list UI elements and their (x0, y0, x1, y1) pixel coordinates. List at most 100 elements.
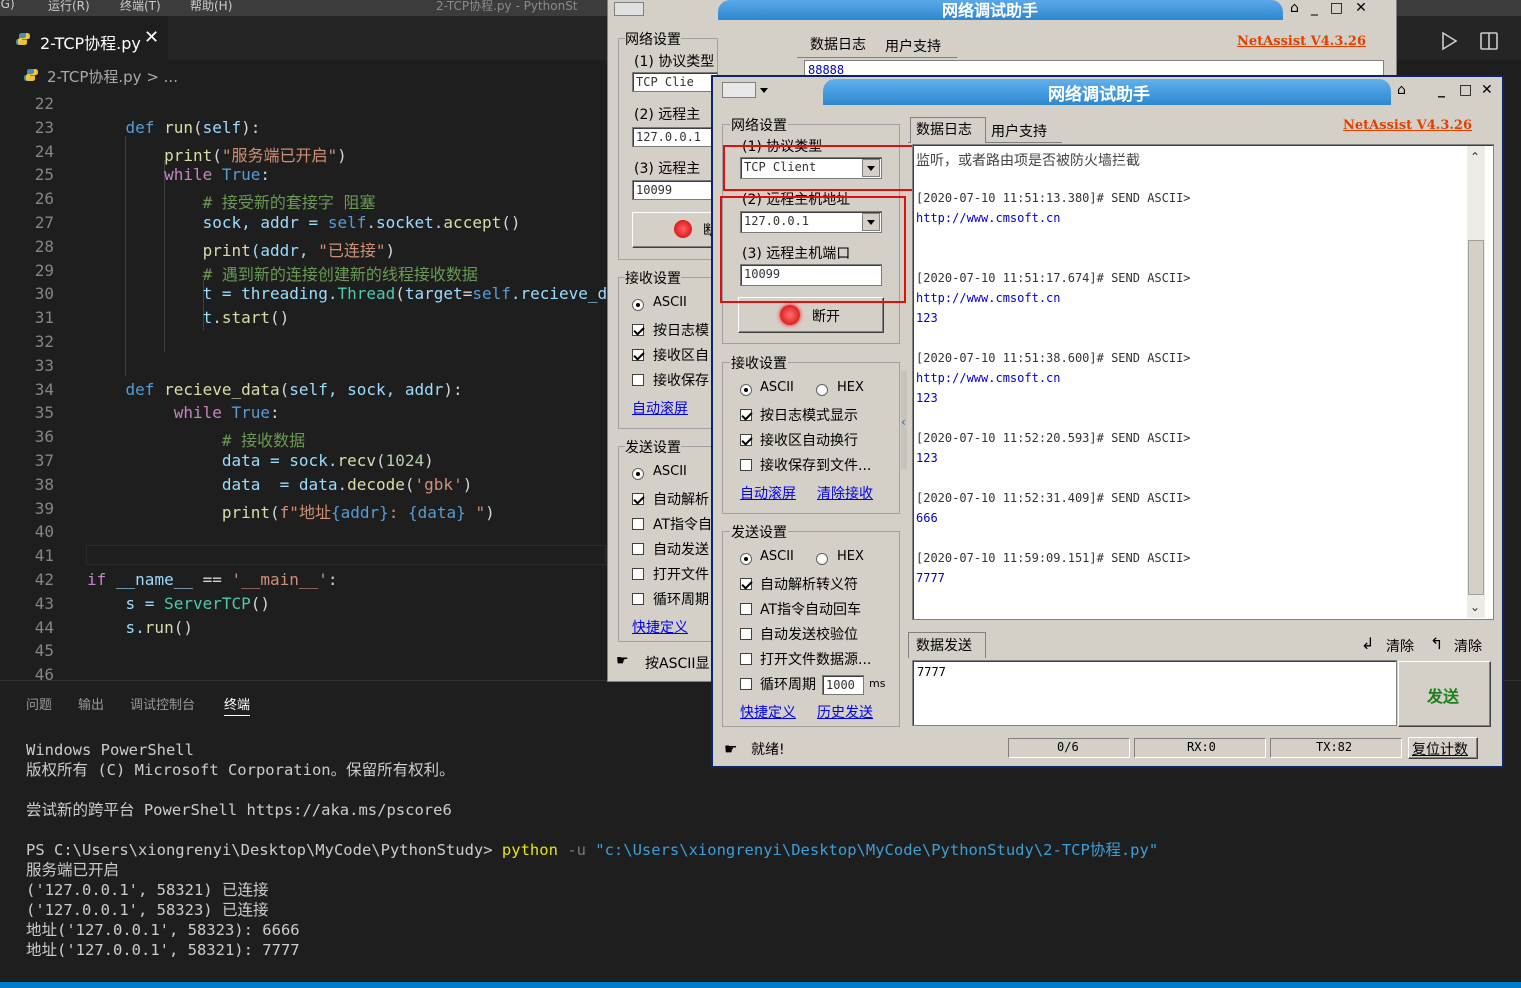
back-protocol-field[interactable]: TCP Clie (632, 72, 718, 92)
history-send-link[interactable]: 历史发送 (817, 702, 873, 722)
back-recv-wrap-checkbox[interactable] (632, 349, 644, 361)
split-editor-icon[interactable] (1478, 30, 1500, 52)
send-ascii-radio[interactable] (740, 553, 752, 565)
code-line[interactable]: 36 # 接收数据 (0, 427, 606, 451)
quick-def-link[interactable]: 快捷定义 (740, 702, 796, 722)
clear-recv-button[interactable]: 清除 (1454, 636, 1482, 656)
recv-ascii-radio[interactable] (740, 384, 752, 396)
maximize-icon[interactable]: □ (1459, 82, 1477, 100)
code-line[interactable]: 44 s.run() (0, 618, 606, 642)
receive-log-area[interactable]: 监听，或者路由项是否被防火墙拦截 [2020-07-10 11:51:13.38… (912, 144, 1494, 620)
panel-tab-output[interactable]: 输出 (78, 694, 104, 713)
code-line[interactable]: 43 s = ServerTCP() (0, 594, 606, 618)
code-line[interactable]: 29 # 遇到新的连接创建新的线程接收数据 (0, 261, 606, 285)
code-line[interactable]: 31 t.start() (0, 308, 606, 332)
run-icon[interactable] (1438, 30, 1460, 52)
panel-tab-debug-console[interactable]: 调试控制台 (130, 694, 195, 713)
back-send-checksum-checkbox[interactable] (632, 543, 644, 555)
minimize-icon[interactable]: _ (1438, 82, 1456, 100)
back-send-escape-checkbox[interactable] (632, 493, 644, 505)
send-checksum-checkbox[interactable] (740, 628, 752, 640)
send-hex-radio[interactable] (816, 553, 828, 565)
scroll-up-icon[interactable]: ⌃ (1470, 150, 1480, 164)
app-icon[interactable] (722, 82, 756, 98)
back-window-controls[interactable]: ⌂_□✕ (1290, 0, 1390, 16)
log-scroll-thumb[interactable] (1468, 240, 1484, 595)
back-send-cycle-checkbox[interactable] (632, 593, 644, 605)
pin-icon[interactable]: ⌂ (1397, 82, 1415, 100)
scroll-down-icon[interactable]: ⌄ (1470, 600, 1480, 614)
back-send-at-checkbox[interactable] (632, 518, 644, 530)
back-host-field[interactable]: 127.0.0.1 (632, 127, 718, 147)
close-icon[interactable]: ✕ (1481, 82, 1499, 100)
back-auto-scroll-link[interactable]: 自动滚屏 (632, 398, 688, 418)
code-token: .recieve_d (510, 284, 606, 304)
menu-item-help[interactable]: 帮助(H) (190, 0, 232, 14)
back-recv-save-checkbox[interactable] (632, 374, 644, 386)
clear-send-icon[interactable]: ↲ (1361, 634, 1374, 653)
log-entry-header: [2020-07-10 11:52:31.409]# SEND ASCII> (916, 491, 1191, 505)
send-input[interactable]: 7777 (912, 660, 1397, 726)
back-tab-support[interactable]: 用户支持 (885, 36, 941, 56)
recv-hex-radio[interactable] (816, 384, 828, 396)
code-line[interactable]: 27 sock, addr = self.socket.accept() (0, 213, 606, 237)
cycle-input[interactable]: 1000 (822, 675, 864, 695)
line-number: 23 (34, 117, 54, 137)
back-brand-link[interactable]: NetAssist V4.3.26 (1237, 34, 1366, 49)
code-line[interactable]: 23 def run(self): (0, 118, 606, 142)
send-file-checkbox[interactable] (740, 653, 752, 665)
tab-close-icon[interactable]: ✕ (144, 27, 159, 48)
menu-item-run[interactable]: 运行(R) (48, 0, 90, 14)
code-line[interactable]: 33 (0, 356, 606, 380)
terminal-output[interactable]: Windows PowerShell 版权所有 (C) Microsoft Cor… (26, 740, 1506, 960)
code-token: run (144, 617, 174, 637)
breadcrumb[interactable]: 2-TCP协程.py > ... (47, 66, 178, 87)
recv-save-checkbox[interactable] (740, 459, 752, 471)
back-send-file-checkbox[interactable] (632, 568, 644, 580)
clear-send-button[interactable]: 清除 (1386, 636, 1414, 656)
tab-user-support[interactable]: 用户支持 (991, 121, 1047, 141)
code-line[interactable]: 45 (0, 641, 606, 665)
code-line[interactable]: 42 if __name__ == '__main__': (0, 570, 606, 594)
code-line[interactable]: 22 (0, 94, 606, 118)
code-token: ( (279, 379, 290, 399)
menu-item[interactable]: (G) (0, 0, 15, 11)
code-line[interactable]: 37 data = sock.recv(1024) (0, 451, 606, 475)
back-send-ascii-radio[interactable] (632, 468, 644, 480)
back-recv-ascii-radio[interactable] (632, 299, 644, 311)
back-quick-def-link[interactable]: 快捷定义 (632, 617, 688, 637)
send-at-checkbox[interactable] (740, 603, 752, 615)
send-escape-checkbox[interactable] (740, 578, 752, 590)
code-line[interactable]: 46 (0, 665, 606, 680)
code-line[interactable]: 28 print(addr, "已连接") (0, 237, 606, 261)
back-recv-log-checkbox[interactable] (632, 324, 644, 336)
app-menu-arrow-icon[interactable] (760, 88, 768, 93)
send-cycle-checkbox[interactable] (740, 678, 752, 690)
brand-link[interactable]: NetAssist V4.3.26 (1343, 118, 1472, 133)
code-line[interactable]: 24 print("服务端已开启") (0, 142, 606, 166)
back-port-field[interactable]: 10099 (632, 180, 718, 200)
clear-recv-link[interactable]: 清除接收 (817, 483, 873, 503)
panel-tab-terminal[interactable]: 终端 (224, 694, 251, 716)
panel-tab-problems[interactable]: 问题 (26, 694, 52, 713)
code-line[interactable]: 35 while True: (0, 403, 606, 427)
code-line[interactable]: 40 (0, 522, 606, 546)
auto-scroll-link[interactable]: 自动滚屏 (740, 483, 796, 503)
back-tab-log[interactable]: 数据日志 (810, 34, 866, 54)
code-editor[interactable]: 22 23 def run(self): 24 print("服务端已开启") 25 … (0, 90, 606, 680)
line-number: 38 (34, 474, 54, 494)
line-number: 33 (34, 355, 54, 375)
collapse-arrow-icon[interactable]: ‹ (901, 415, 906, 429)
code-line[interactable]: 34 def recieve_data(self, sock, addr): (0, 380, 606, 404)
recv-wrap-checkbox[interactable] (740, 434, 752, 446)
code-line[interactable]: 26 # 接受新的套接字 阻塞 (0, 189, 606, 213)
code-line[interactable]: 38 data = data.decode('gbk') (0, 475, 606, 499)
code-line[interactable]: 39 print(f"地址{addr}: {data} ") (0, 499, 606, 523)
clear-recv-icon[interactable]: ↰ (1430, 634, 1443, 653)
code-line[interactable]: 32 (0, 332, 606, 356)
back-app-icon[interactable] (614, 2, 644, 16)
recv-log-mode-checkbox[interactable] (740, 409, 752, 421)
menu-item-terminal[interactable]: 终端(T) (120, 0, 161, 14)
code-line[interactable]: 30 t = threading.Thread(target=self.reci… (0, 284, 606, 308)
code-line[interactable]: 25 while True: (0, 165, 606, 189)
